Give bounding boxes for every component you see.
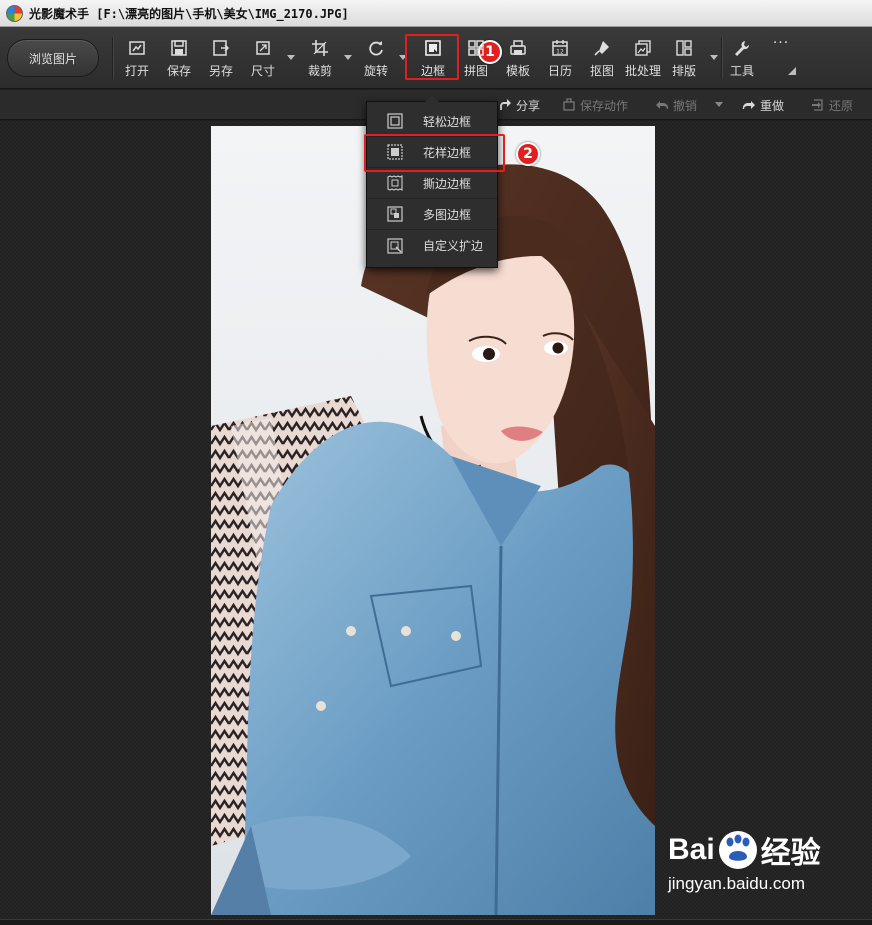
tools-label: 工具	[729, 64, 754, 78]
fancy-frame-highlight	[364, 134, 505, 172]
resize-label: 尺寸	[250, 64, 275, 78]
multi-frame-icon	[387, 206, 403, 222]
batch-label: 批处理	[624, 64, 661, 78]
layout-button[interactable]: 排版	[664, 39, 704, 83]
layout-label: 排版	[671, 64, 696, 78]
wrench-icon	[735, 41, 750, 56]
app-logo-icon	[6, 4, 23, 22]
menu-item-simple-frame[interactable]: 轻松边框	[367, 106, 497, 137]
restore-label: 还原	[829, 98, 854, 113]
calendar-button[interactable]: 12 日历	[540, 39, 580, 83]
frame-button-highlight	[405, 34, 459, 80]
layout-icon	[676, 40, 692, 56]
open-label: 打开	[124, 64, 149, 78]
frame-dropdown-menu: 轻松边框 花样边框 撕边边框 多图边框 自定义扩边	[366, 95, 498, 268]
batch-icon	[635, 40, 651, 56]
collage-icon	[468, 40, 484, 56]
resize-button[interactable]: 尺寸	[243, 39, 283, 83]
save-as-icon	[213, 40, 230, 56]
menu-item-label: 自定义扩边	[423, 239, 484, 253]
more-icon: ···	[772, 35, 790, 51]
menu-item-label: 轻松边框	[423, 114, 472, 129]
paw-icon	[718, 831, 757, 869]
save-label: 保存	[166, 64, 191, 78]
save-action-icon	[563, 98, 575, 111]
menu-item-label: 多图边框	[423, 207, 472, 222]
cutout-icon	[594, 41, 609, 56]
share-label: 分享	[516, 98, 541, 113]
cutout-label: 抠图	[589, 64, 614, 78]
collage-button[interactable]: 拼图	[456, 39, 496, 83]
open-icon	[129, 41, 145, 55]
rotate-button[interactable]: 旋转	[356, 39, 396, 83]
cutout-button[interactable]: 抠图	[582, 39, 622, 83]
window-title: 光影魔术手 [F:\漂亮的图片\手机\美女\IMG_2170.JPG]	[29, 6, 349, 21]
redo-label: 重做	[760, 98, 785, 113]
save-icon	[171, 40, 187, 56]
save-as-label: 另存	[208, 64, 233, 78]
status-bar	[0, 919, 872, 925]
rotate-label: 旋转	[363, 64, 388, 78]
tools-button[interactable]: 工具	[722, 39, 762, 83]
restore-icon	[812, 99, 823, 111]
resize-icon	[256, 41, 270, 55]
watermark-url: jingyan.baidu.com	[668, 874, 806, 893]
redo-button[interactable]: 重做	[742, 90, 784, 120]
undo-label: 撤销	[673, 98, 698, 113]
menu-item-label: 撕边边框	[423, 176, 472, 191]
undo-icon	[656, 101, 669, 109]
share-icon	[500, 99, 511, 110]
calendar-icon: 12	[552, 40, 568, 56]
layout-dropdown-caret[interactable]	[710, 55, 718, 60]
main-toolbar: 浏览图片 打开 保存 另存 尺寸 裁剪 旋转 边框 1 拼图 模板 12 日历 …	[0, 27, 872, 89]
menu-item-multi-frame[interactable]: 多图边框	[367, 199, 497, 230]
simple-frame-icon	[387, 113, 403, 129]
custom-border-icon	[387, 237, 403, 254]
calendar-label: 日历	[547, 64, 572, 78]
template-label: 模板	[505, 64, 530, 78]
template-icon	[510, 40, 526, 55]
collage-label: 拼图	[463, 64, 488, 78]
open-button[interactable]: 打开	[117, 39, 157, 83]
crop-button[interactable]: 裁剪	[300, 39, 340, 83]
toolbar-expand-icon[interactable]	[788, 67, 796, 75]
svg-text:12: 12	[556, 49, 564, 56]
crop-label: 裁剪	[307, 64, 332, 78]
baidu-jingyan-watermark: Bai 经验 jingyan.baidu.com	[668, 828, 848, 910]
batch-button[interactable]: 批处理	[623, 39, 663, 83]
share-button[interactable]: 分享	[498, 90, 540, 120]
restore-button[interactable]: 还原	[811, 90, 853, 120]
title-bar: 光影魔术手 [F:\漂亮的图片\手机\美女\IMG_2170.JPG]	[0, 0, 872, 27]
save-action-button[interactable]: 保存动作	[562, 90, 628, 120]
menu-item-custom-border[interactable]: 自定义扩边	[367, 230, 497, 261]
save-button[interactable]: 保存	[159, 39, 199, 83]
redo-icon	[742, 101, 755, 109]
toolbar-separator	[112, 37, 113, 79]
torn-frame-icon	[387, 175, 403, 191]
watermark-brand-right: 经验	[760, 836, 821, 871]
browse-images-button[interactable]: 浏览图片	[7, 39, 99, 77]
rotate-icon	[369, 41, 383, 56]
step-2-badge: 2	[516, 142, 540, 166]
crop-icon	[312, 40, 328, 56]
save-as-button[interactable]: 另存	[201, 39, 241, 83]
menu-item-torn-frame[interactable]: 撕边边框	[367, 168, 497, 199]
undo-button[interactable]: 撤销	[655, 90, 697, 120]
resize-dropdown-caret[interactable]	[287, 55, 295, 60]
save-action-label: 保存动作	[580, 98, 629, 113]
undo-dropdown-caret[interactable]	[715, 102, 723, 107]
watermark-brand-left: Bai	[668, 833, 715, 866]
crop-dropdown-caret[interactable]	[344, 55, 352, 60]
template-button[interactable]: 模板	[498, 39, 538, 83]
